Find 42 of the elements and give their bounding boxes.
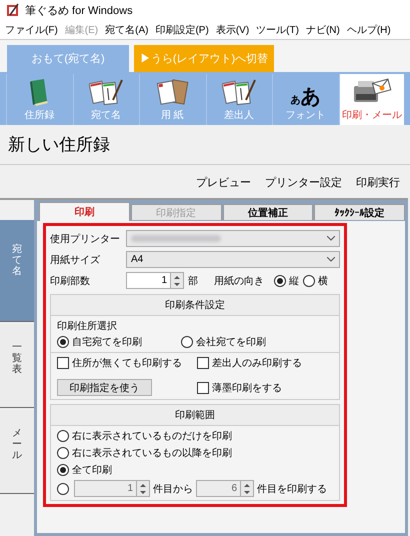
menu-item[interactable]: 印刷設定(P)	[155, 22, 209, 36]
paper-size-select[interactable]: A4	[126, 251, 340, 268]
use-print-settings-button[interactable]: 印刷指定を使う	[57, 379, 152, 396]
menu-item[interactable]: ナビ(N)	[306, 22, 340, 36]
panel-tab[interactable]: 位置補正	[222, 204, 314, 220]
side-tab[interactable]: メール	[0, 410, 34, 494]
panel-tab[interactable]: 印刷	[39, 202, 130, 221]
field-label: 使用プリンター	[50, 232, 121, 246]
side-tab[interactable]: 一覧表	[0, 324, 34, 408]
field-label: 用紙の向き	[214, 274, 264, 288]
radio-label: 右に表示されているもの以降を印刷	[72, 446, 232, 460]
section-header: 印刷範囲	[51, 405, 339, 426]
range-label: 件目から	[153, 482, 193, 496]
menu-item[interactable]: 宛て名(A)	[105, 22, 148, 36]
radio-label: 縦	[289, 274, 299, 288]
toolbar-button[interactable]: 印刷・メール	[338, 74, 404, 125]
field-label: 用紙サイズ	[50, 254, 101, 266]
action-link[interactable]: プリンター設定	[265, 175, 342, 190]
field-label: 印刷部数	[50, 274, 91, 288]
radio-label: 全て印刷	[72, 464, 112, 477]
checkbox-label: 差出人のみ印刷する	[212, 356, 302, 370]
font-icon: ああ	[290, 79, 320, 107]
checkbox-label: 薄墨印刷をする	[212, 382, 282, 394]
menu-item[interactable]: ヘルプ(H)	[346, 22, 391, 36]
radio-label: 自宅宛てを印刷	[72, 336, 142, 349]
panel-tab[interactable]: ﾀｯｸｼｰﾙ設定	[314, 204, 405, 220]
page-heading: 新しい住所録	[0, 125, 410, 165]
toolbar-button[interactable]: ああ フォント	[272, 74, 338, 125]
section-header: 印刷条件設定	[51, 295, 339, 316]
group-label: 印刷住所選択	[57, 320, 118, 333]
checkbox-label: 住所が無くても印刷する	[72, 356, 182, 370]
window-title: 筆ぐるめ for Windows	[25, 4, 133, 18]
radio-label: 会社宛てを印刷	[196, 336, 266, 349]
menu-item[interactable]: ファイル(F)	[5, 22, 58, 36]
range-label: 件目を印刷する	[257, 482, 327, 496]
unit-label: 部	[188, 274, 198, 288]
menu-item[interactable]: ツール(T)	[256, 22, 299, 36]
action-link[interactable]: 印刷実行	[356, 175, 400, 190]
radio-label: 右に表示されているものだけを印刷	[72, 430, 232, 443]
menu-item[interactable]: 表示(V)	[216, 22, 250, 36]
action-link[interactable]: プレビュー	[196, 175, 251, 190]
radio-label: 横	[318, 274, 328, 288]
